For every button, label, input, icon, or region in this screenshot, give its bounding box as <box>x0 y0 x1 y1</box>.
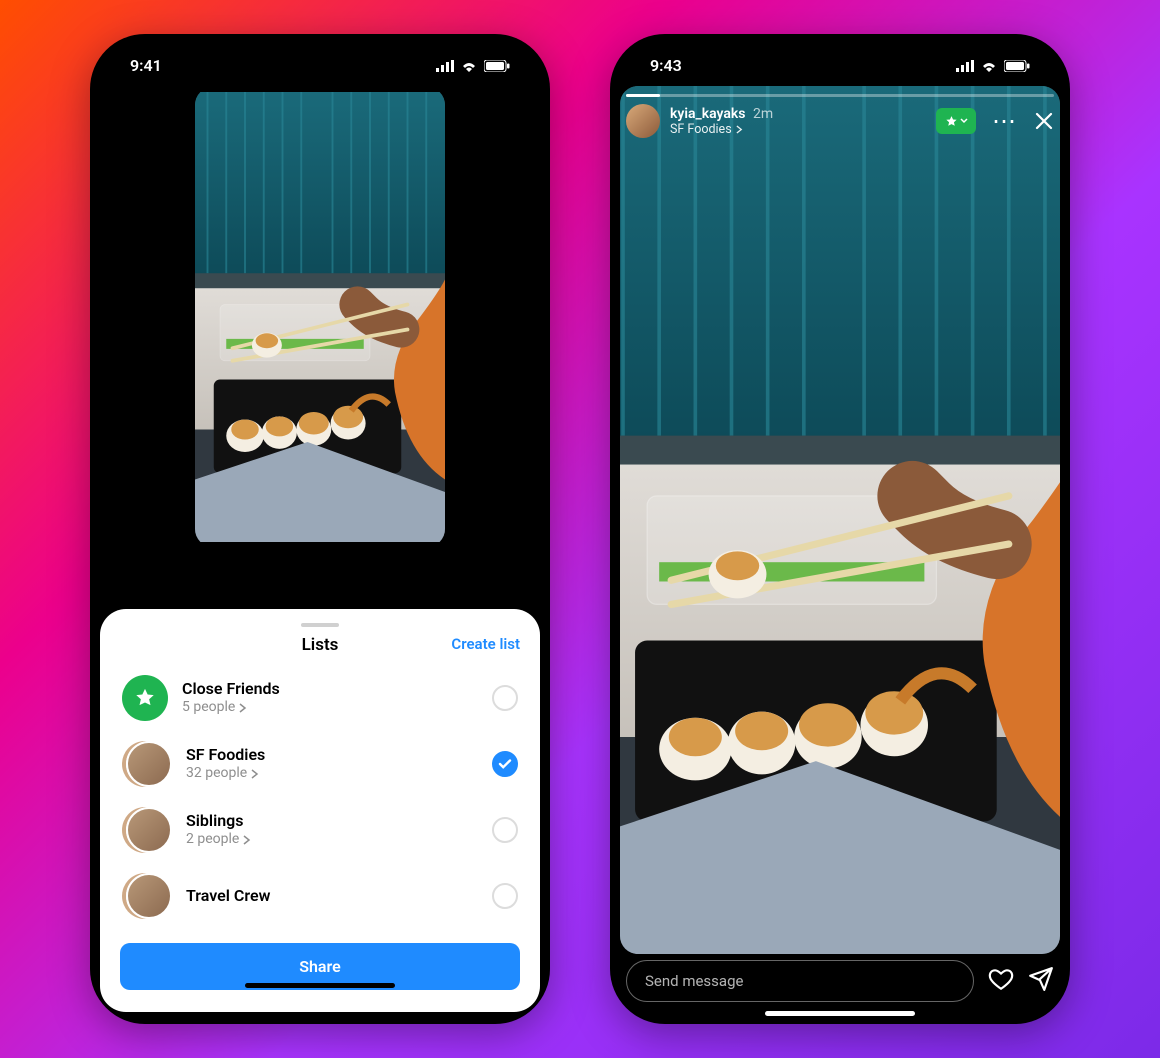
list-sub: 2 people <box>186 831 239 849</box>
status-time: 9:41 <box>130 56 162 75</box>
chevron-right-icon <box>736 125 743 134</box>
sheet-grabber[interactable] <box>301 623 339 627</box>
status-bar: 9:41 <box>100 52 540 81</box>
list-name: Siblings <box>186 811 478 831</box>
story-list-name: SF Foodies <box>670 122 732 137</box>
chevron-right-icon <box>243 835 251 845</box>
cellular-icon <box>956 60 974 72</box>
group-avatar-icon <box>126 807 172 853</box>
story-progress <box>626 94 1054 97</box>
chevron-right-icon <box>251 769 259 779</box>
status-bar: 9:43 <box>620 52 1060 81</box>
cellular-icon <box>436 60 454 72</box>
story-preview <box>195 87 445 547</box>
create-list-button[interactable]: Create list <box>451 635 520 653</box>
list-row-sf-foodies[interactable]: SF Foodies 32 people <box>100 731 540 797</box>
status-icons <box>956 60 1030 72</box>
list-sub: 32 people <box>186 765 247 783</box>
close-friends-icon <box>122 675 168 721</box>
list-radio[interactable] <box>492 685 518 711</box>
sheet-title: Lists <box>302 635 339 655</box>
story-header: kyia_kayaks 2m SF Foodies ⋯ <box>626 104 1054 138</box>
list-row-close-friends[interactable]: Close Friends 5 people <box>100 665 540 731</box>
list-radio[interactable] <box>492 883 518 909</box>
story-avatar[interactable] <box>626 104 660 138</box>
status-icons <box>436 60 510 72</box>
chevron-right-icon <box>239 703 247 713</box>
list-name: SF Foodies <box>186 745 478 765</box>
battery-icon <box>484 60 510 72</box>
home-indicator[interactable] <box>765 1011 915 1016</box>
share-button[interactable] <box>1028 966 1054 996</box>
battery-icon <box>1004 60 1030 72</box>
status-time: 9:43 <box>650 56 682 75</box>
story-timestamp: 2m <box>753 106 773 122</box>
close-icon[interactable] <box>1034 111 1054 131</box>
lists-container: Close Friends 5 people SF Foodies 32 peo… <box>100 665 540 929</box>
home-indicator[interactable] <box>245 983 395 988</box>
more-button[interactable]: ⋯ <box>992 107 1018 135</box>
list-radio[interactable] <box>492 817 518 843</box>
lists-sheet: Lists Create list Close Friends 5 people <box>100 609 540 1012</box>
list-name: Travel Crew <box>186 886 478 906</box>
wifi-icon <box>460 60 478 72</box>
story-viewport[interactable] <box>620 86 1060 954</box>
story-footer: Send message <box>626 960 1054 1002</box>
group-avatar-icon <box>126 873 172 919</box>
story-username[interactable]: kyia_kayaks <box>670 106 746 122</box>
list-row-siblings[interactable]: Siblings 2 people <box>100 797 540 863</box>
star-icon <box>945 115 958 128</box>
wifi-icon <box>980 60 998 72</box>
list-row-travel-crew[interactable]: Travel Crew <box>100 863 540 929</box>
list-sub: 5 people <box>182 699 235 717</box>
story-progress-fill <box>626 94 660 97</box>
like-button[interactable] <box>988 966 1014 996</box>
phone-share-sheet: 9:41 Lists Create list Close Friends 5 p… <box>90 34 550 1024</box>
story-list-link[interactable]: SF Foodies <box>670 122 773 137</box>
chevron-down-icon <box>960 118 968 124</box>
message-input[interactable]: Send message <box>626 960 974 1002</box>
list-name: Close Friends <box>182 679 478 699</box>
story-image <box>620 86 1060 954</box>
preview-image <box>195 87 445 547</box>
audience-badge[interactable] <box>936 108 976 134</box>
group-avatar-icon <box>126 741 172 787</box>
check-icon <box>498 757 512 771</box>
phone-story-view: 9:43 kyia_kayaks 2m SF Foodies <box>610 34 1070 1024</box>
list-radio[interactable] <box>492 751 518 777</box>
